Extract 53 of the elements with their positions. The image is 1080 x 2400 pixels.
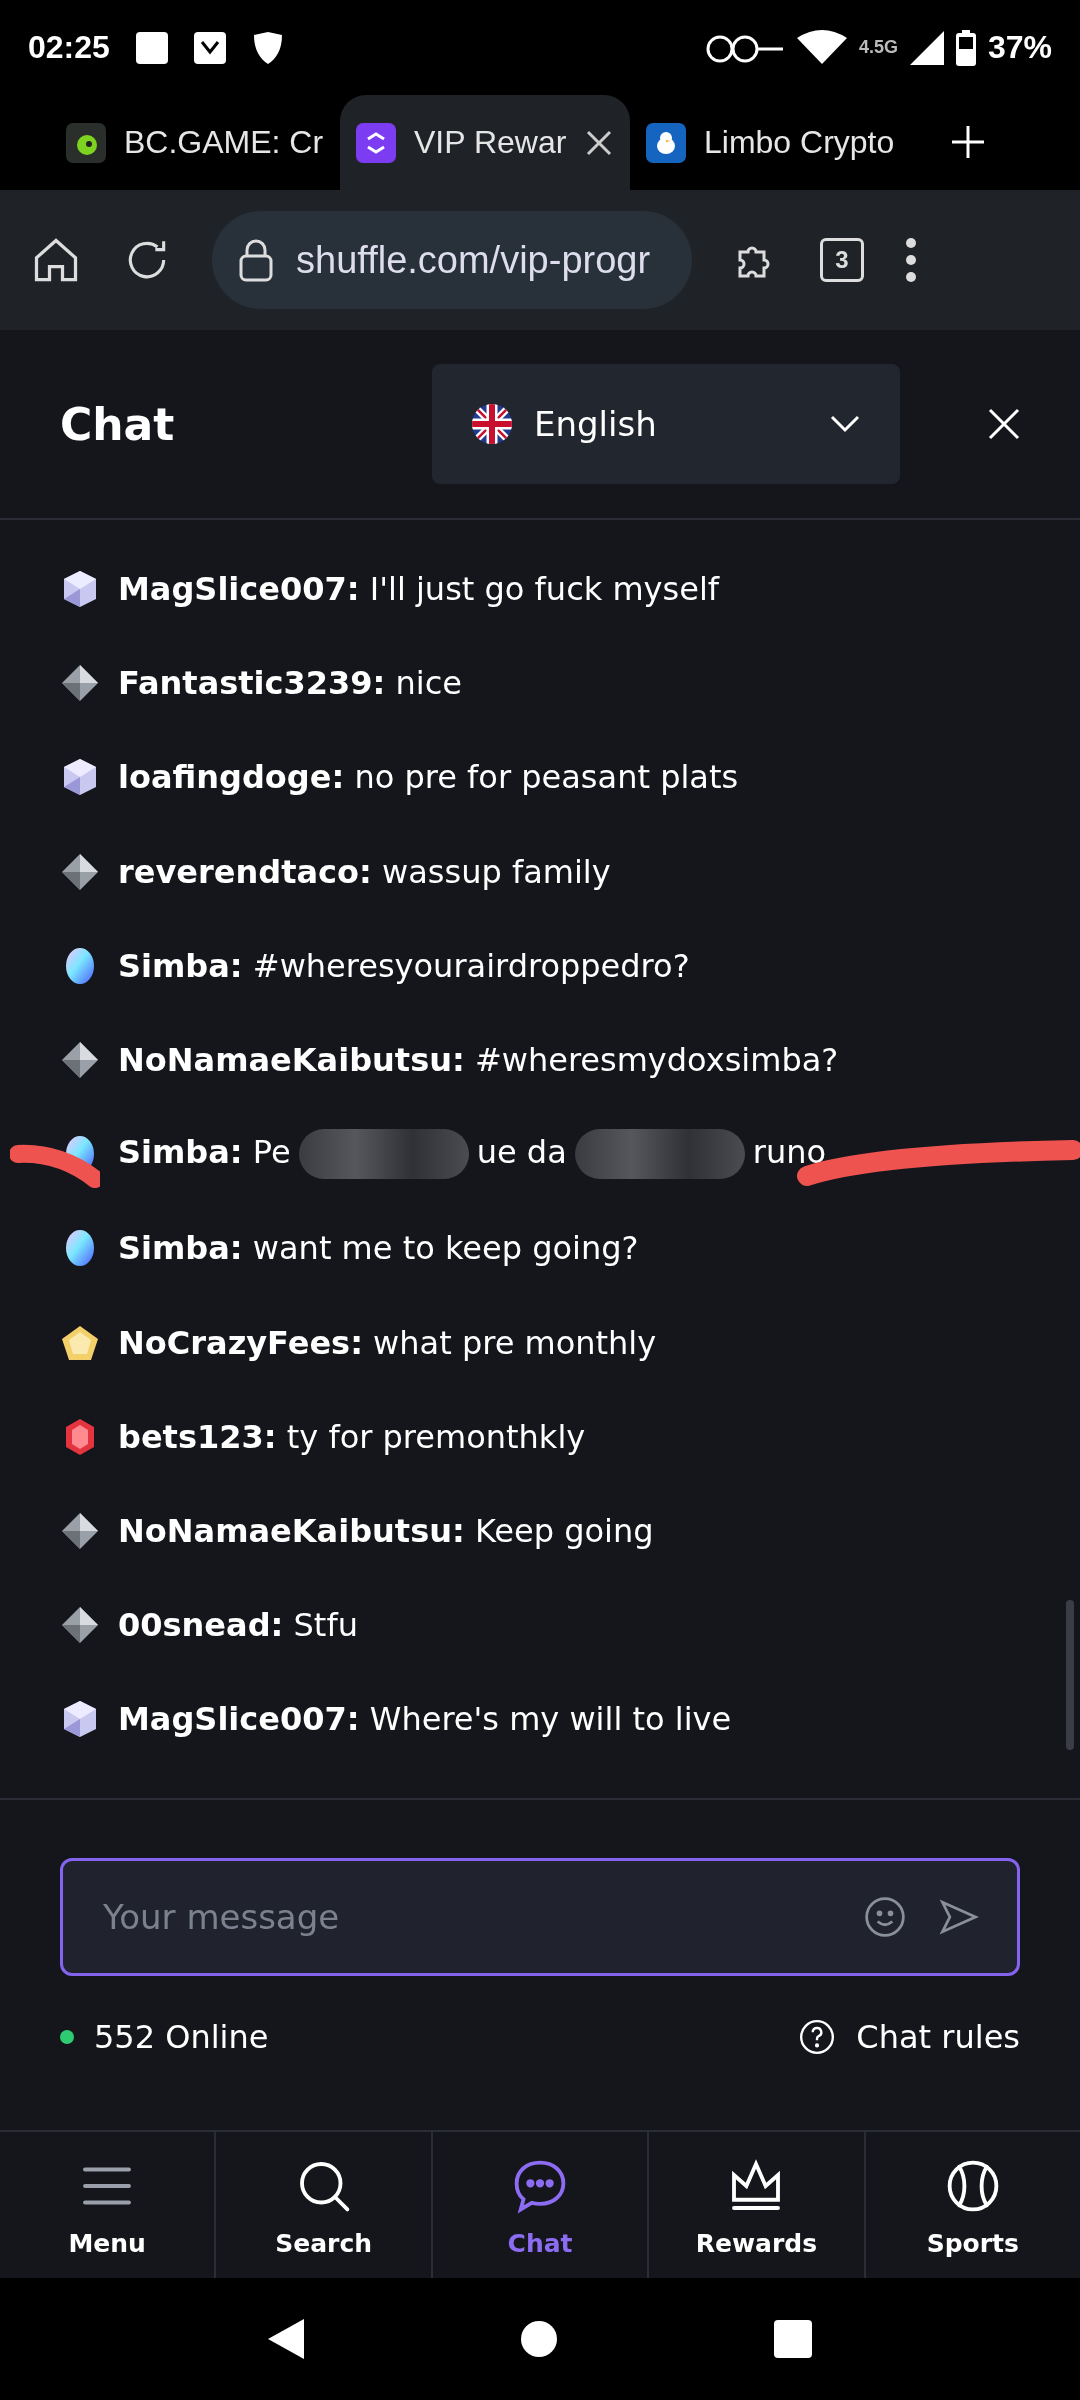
chat-message: NoCrazyFees: what pre monthly <box>118 1323 657 1362</box>
site-logo-icon <box>356 122 396 163</box>
browser-tab[interactable]: VIP Rewar <box>340 95 630 190</box>
emoji-icon[interactable] <box>863 1895 907 1939</box>
chat-message: Simba: Pe ue da runo <box>118 1129 827 1180</box>
chat-message: NoNamaeKaibutsu: #wheresmydoxsimba? <box>118 1041 839 1080</box>
online-count: 552 Online <box>94 2018 269 2056</box>
chat-message: MagSlice007: Where's my will to live <box>118 1700 732 1739</box>
chat-message: MagSlice007: I'll just go fuck myself <box>118 570 720 609</box>
chat-message: 00snead: Stfu <box>118 1606 358 1645</box>
flag-icon <box>472 404 512 444</box>
duck-logo-icon <box>646 122 686 163</box>
tab-count-button[interactable]: 3 <box>820 238 864 282</box>
language-dropdown[interactable]: English <box>432 364 900 484</box>
message-field[interactable]: Your message <box>101 1896 833 1938</box>
chat-message: loafingdoge: no pre for peasant plats <box>118 758 739 797</box>
lock-icon <box>238 238 274 282</box>
site-logo-icon <box>66 122 106 163</box>
chat-message: bets123: ty for premonthkly <box>118 1417 586 1456</box>
chat-message: NoNamaeKaibutsu: Keep going <box>118 1511 654 1550</box>
add-tab-icon[interactable] <box>950 124 986 160</box>
browser-tab[interactable]: Limbo Crypto <box>630 95 920 190</box>
address-bar[interactable]: shuffle.com/vip-progr <box>212 211 692 309</box>
clock-time: 02:25 <box>28 29 110 66</box>
signal-icon <box>909 30 944 65</box>
close-button[interactable] <box>988 408 1020 440</box>
back-icon[interactable] <box>268 2319 305 2359</box>
shield-icon <box>251 30 284 65</box>
chat-message: Simba: #wheresyourairdroppedro? <box>118 946 690 985</box>
message-composer[interactable]: Your message <box>60 1858 1020 1976</box>
battery-percent: 37% <box>987 29 1052 66</box>
more-icon[interactable] <box>904 237 918 283</box>
wifi-icon <box>796 29 847 66</box>
chat-message: Simba: want me to keep going? <box>118 1229 639 1268</box>
chevron-down-icon <box>830 415 860 433</box>
battery-icon <box>955 29 976 66</box>
network-type: 4.5G <box>858 37 898 58</box>
diamond-badge-icon <box>60 1605 100 1646</box>
notification-icon <box>193 31 226 64</box>
recents-icon[interactable] <box>773 2320 812 2358</box>
chat-message: Fantastic3239: nice <box>118 664 462 703</box>
diamond-badge-icon <box>60 663 100 704</box>
chat-message: reverendtaco: wassup family <box>118 852 611 891</box>
home-icon[interactable] <box>521 2321 557 2357</box>
help-icon <box>798 2018 837 2056</box>
diamond-badge-icon <box>60 851 100 892</box>
online-dot <box>60 2030 74 2044</box>
chat-title: Chat <box>60 398 176 450</box>
chat-rules-link[interactable]: Chat rules <box>798 2018 1020 2056</box>
diamond-badge-icon <box>60 1510 100 1551</box>
diamond-badge-icon <box>60 1040 100 1081</box>
browser-tab[interactable]: BC.GAME: Cr <box>50 95 340 190</box>
notification-icon <box>135 31 168 64</box>
